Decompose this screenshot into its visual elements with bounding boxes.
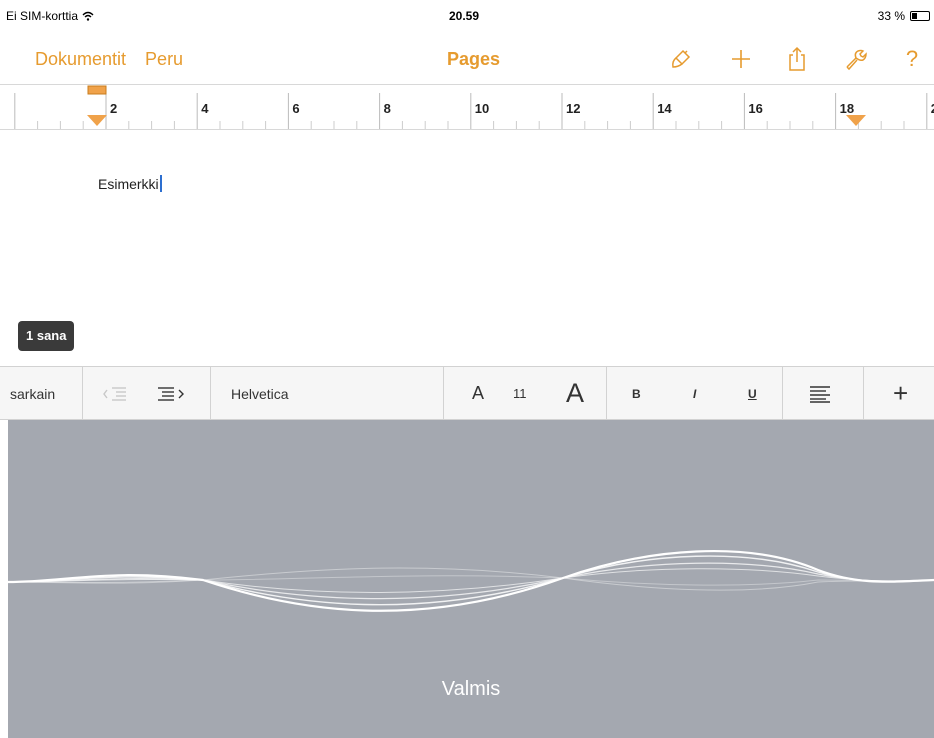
clock: 20.59 — [449, 9, 480, 23]
carrier-status: Ei SIM-korttia — [6, 9, 94, 23]
dictation-panel: Valmis — [8, 420, 934, 738]
left-indent-marker[interactable] — [86, 85, 108, 127]
ruler-label: 14 — [657, 101, 672, 116]
indent-icon — [158, 386, 184, 401]
right-indent-marker[interactable] — [845, 113, 867, 127]
font-name-button[interactable]: Helvetica — [231, 367, 289, 420]
divider — [210, 367, 211, 420]
ruler-label: 6 — [292, 101, 300, 116]
divider — [443, 367, 444, 420]
status-bar: Ei SIM-korttia 20.59 33 % — [0, 0, 934, 26]
done-button[interactable]: Valmis — [8, 678, 934, 701]
ruler-ticks — [14, 93, 928, 129]
underline-button[interactable]: U — [748, 367, 757, 420]
carrier-label: Ei SIM-korttia — [6, 9, 79, 23]
page-title: Pages — [447, 49, 501, 69]
text-cursor — [159, 175, 162, 192]
ruler-label: 10 — [474, 101, 490, 116]
indent-button[interactable] — [156, 367, 188, 420]
battery-icon — [910, 11, 930, 21]
ruler-label: 8 — [383, 101, 391, 116]
document-paragraph[interactable]: Esimerkki — [98, 176, 159, 192]
wrench-icon[interactable] — [840, 44, 870, 74]
tab-button[interactable]: sarkain — [10, 367, 55, 420]
ruler-label: 12 — [566, 101, 581, 116]
align-left-icon — [810, 385, 830, 403]
font-larger-button[interactable]: A — [566, 367, 584, 420]
format-bar: sarkain Helvetica A 11 A B I U + — [0, 366, 934, 420]
ruler-label: 4 — [201, 101, 209, 116]
insert-button[interactable]: + — [893, 367, 908, 420]
help-icon[interactable]: ? — [897, 44, 927, 74]
nav-bar: Dokumentit Peru Pages ? — [0, 40, 934, 84]
cancel-button[interactable]: Peru — [145, 49, 183, 70]
outdent-icon — [103, 386, 126, 401]
font-smaller-button[interactable]: A — [472, 367, 484, 420]
plus-icon[interactable] — [726, 44, 756, 74]
share-icon[interactable] — [782, 44, 812, 74]
documents-button[interactable]: Dokumentit — [35, 49, 126, 70]
font-size-value: 11 — [513, 386, 527, 401]
document-text[interactable]: Esimerkki — [98, 175, 162, 192]
align-button[interactable] — [809, 367, 831, 420]
divider — [82, 367, 83, 420]
italic-button[interactable]: I — [693, 367, 696, 420]
divider — [606, 367, 607, 420]
word-count-badge: 1 sana — [18, 321, 75, 351]
divider — [782, 367, 783, 420]
battery-status: 33 % — [878, 9, 930, 23]
outdent-button[interactable] — [102, 367, 130, 420]
battery-percent: 33 % — [877, 9, 905, 23]
brush-icon[interactable] — [666, 44, 696, 74]
battery-fill — [912, 13, 917, 19]
ruler-label: 2 — [110, 101, 118, 116]
ruler-label: 16 — [748, 101, 763, 116]
bold-button[interactable]: B — [632, 367, 641, 420]
divider — [863, 367, 864, 420]
wifi-icon — [82, 11, 94, 21]
ruler[interactable]: 2468101214161820 — [0, 84, 934, 130]
